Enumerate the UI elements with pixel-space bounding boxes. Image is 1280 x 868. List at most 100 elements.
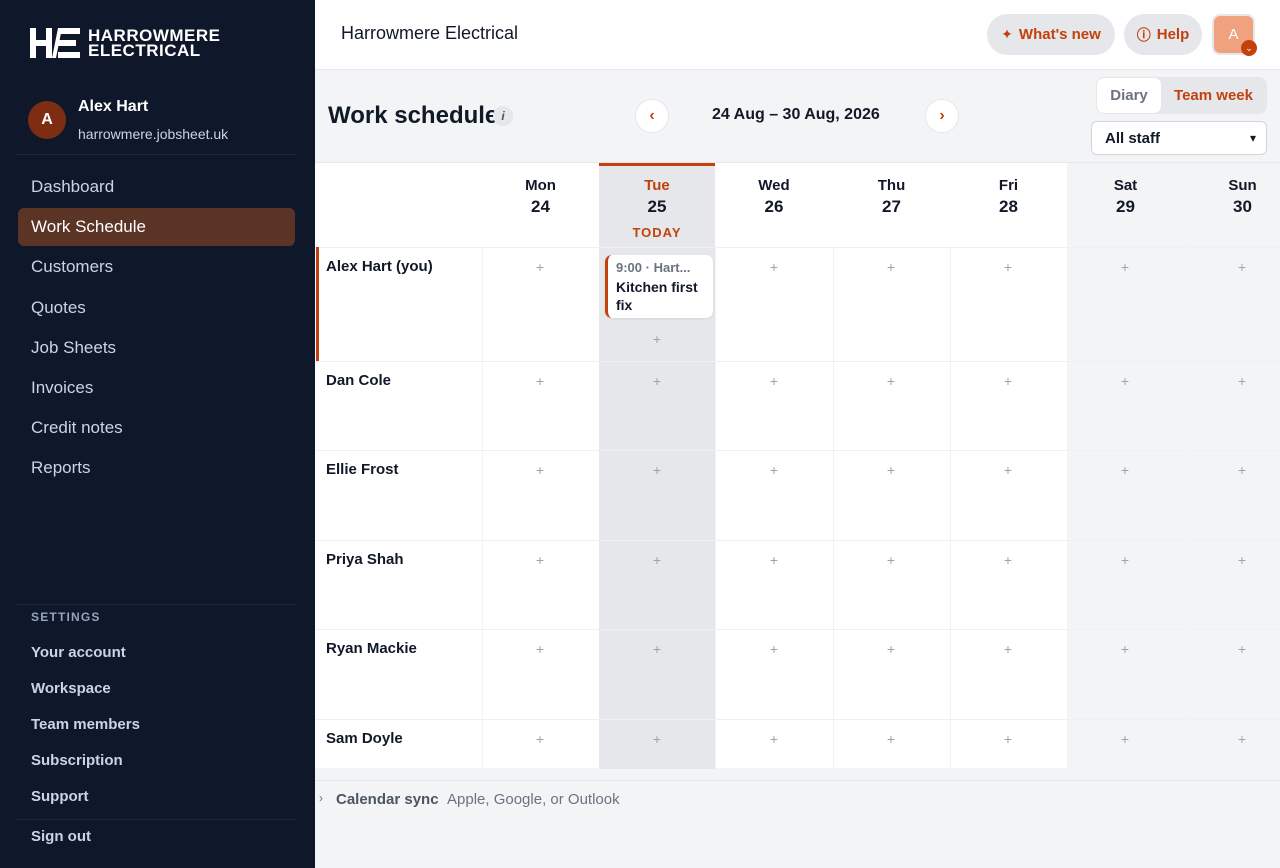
add-slot-button[interactable]: +: [1232, 462, 1252, 478]
staff-filter-value: All staff: [1105, 129, 1161, 147]
add-slot-button[interactable]: +: [1232, 641, 1252, 657]
column-divider: [482, 247, 483, 769]
add-slot-button[interactable]: +: [881, 552, 901, 568]
settings-subscription[interactable]: Subscription: [31, 742, 291, 778]
add-slot-button[interactable]: +: [1232, 552, 1252, 568]
avatar: A: [28, 101, 66, 139]
row-divider: [315, 719, 1280, 720]
add-slot-button[interactable]: +: [1232, 731, 1252, 747]
add-slot-button[interactable]: +: [881, 373, 901, 389]
add-slot-button[interactable]: +: [1232, 259, 1252, 275]
day-header-thu: Thu 27: [877, 177, 906, 216]
add-slot-button[interactable]: +: [1115, 373, 1135, 389]
day-header-mon: Mon 24: [525, 177, 556, 216]
settings-team-members[interactable]: Team members: [31, 706, 291, 742]
divider: [16, 604, 297, 605]
staff-filter-select[interactable]: All staff ▾: [1091, 121, 1267, 155]
nav-item-dashboard[interactable]: Dashboard: [18, 168, 295, 206]
add-slot-button[interactable]: +: [1115, 462, 1135, 478]
add-slot-button[interactable]: +: [881, 731, 901, 747]
top-avatar-initial: A: [1228, 26, 1239, 43]
page-title: Work schedule: [328, 102, 499, 129]
staff-name-row: Ellie Frost: [326, 461, 399, 478]
add-slot-button[interactable]: +: [881, 641, 901, 657]
user-profile[interactable]: A Alex Hart harrowmere.jobsheet.uk: [28, 98, 228, 142]
add-slot-button[interactable]: +: [1115, 259, 1135, 275]
nav-item-job-sheets[interactable]: Job Sheets: [18, 329, 295, 367]
staff-name-row: Ryan Mackie: [326, 640, 417, 657]
schedule-header: Work schedule i ‹ 24 Aug – 30 Aug, 2026 …: [315, 70, 1280, 162]
add-slot-button[interactable]: +: [647, 462, 667, 478]
add-slot-button[interactable]: +: [530, 731, 550, 747]
add-slot-button[interactable]: +: [998, 641, 1018, 657]
add-slot-button[interactable]: +: [764, 462, 784, 478]
nav-item-invoices[interactable]: Invoices: [18, 369, 295, 407]
add-slot-button[interactable]: +: [1115, 731, 1135, 747]
next-week-button[interactable]: ›: [925, 99, 959, 133]
add-slot-button[interactable]: +: [530, 259, 550, 275]
add-slot-button[interactable]: +: [998, 731, 1018, 747]
user-name: Alex Hart: [78, 98, 149, 115]
add-slot-button[interactable]: +: [530, 373, 550, 389]
team-week-grid: Mon 24 Tue 25 TODAY Wed 26 Thu 27 Fri 28…: [315, 162, 1280, 769]
schedule-event[interactable]: 9:00 · Hart... Kitchen first fix: [605, 255, 713, 318]
staff-name-row: Dan Cole: [326, 372, 392, 389]
info-icon[interactable]: i: [493, 106, 513, 126]
add-slot-button[interactable]: +: [764, 373, 784, 389]
row-divider: [315, 247, 1280, 248]
day-header-sat: Sat 29: [1113, 177, 1138, 216]
add-slot-button[interactable]: +: [998, 552, 1018, 568]
help-label: Help: [1156, 26, 1190, 43]
add-slot-button[interactable]: +: [530, 641, 550, 657]
view-team-week-button[interactable]: Team week: [1161, 78, 1266, 113]
add-slot-button[interactable]: +: [764, 731, 784, 747]
add-slot-button[interactable]: +: [1115, 641, 1135, 657]
day-header-tue: Tue 25 TODAY: [599, 163, 715, 247]
add-slot-button[interactable]: +: [764, 641, 784, 657]
add-slot-button[interactable]: +: [764, 259, 784, 275]
previous-week-button[interactable]: ‹: [635, 99, 669, 133]
column-divider: [950, 247, 951, 769]
calendar-sync-title: Calendar sync: [336, 791, 439, 808]
add-slot-button[interactable]: +: [647, 552, 667, 568]
row-divider: [315, 361, 1280, 362]
add-slot-button[interactable]: +: [998, 462, 1018, 478]
add-slot-button[interactable]: +: [647, 331, 667, 347]
add-slot-button[interactable]: +: [530, 552, 550, 568]
staff-name-row: Sam Doyle: [326, 730, 403, 747]
view-toggle: Diary Team week: [1096, 77, 1267, 114]
whats-new-label: What's new: [1018, 26, 1101, 43]
nav-item-quotes[interactable]: Quotes: [18, 289, 295, 327]
sidebar: HARROWMERE ELECTRICAL A Alex Hart harrow…: [0, 0, 315, 868]
column-divider: [1184, 247, 1185, 769]
settings-workspace[interactable]: Workspace: [31, 670, 291, 706]
add-slot-button[interactable]: +: [881, 462, 901, 478]
nav-item-customers[interactable]: Customers: [18, 248, 295, 286]
nav-item-work-schedule[interactable]: Work Schedule: [18, 208, 295, 247]
nav-item-credit-notes[interactable]: Credit notes: [18, 409, 295, 447]
event-time: 9:00 · Hart...: [616, 260, 691, 275]
calendar-sync-row[interactable]: › Calendar sync Apple, Google, or Outloo…: [315, 780, 1280, 818]
add-slot-button[interactable]: +: [998, 259, 1018, 275]
company-name: Harrowmere Electrical: [341, 23, 519, 43]
whats-new-button[interactable]: ✦ What's new: [987, 14, 1115, 55]
nav-item-reports[interactable]: Reports: [18, 449, 295, 487]
brand-logo[interactable]: HARROWMERE ELECTRICAL: [30, 27, 221, 59]
account-menu-button[interactable]: A ⌄: [1212, 14, 1257, 56]
add-slot-button[interactable]: +: [764, 552, 784, 568]
add-slot-button[interactable]: +: [881, 259, 901, 275]
settings-support[interactable]: Support: [31, 778, 291, 814]
help-button[interactable]: ⓘ Help: [1124, 14, 1202, 55]
add-slot-button[interactable]: +: [530, 462, 550, 478]
add-slot-button[interactable]: +: [647, 731, 667, 747]
staff-name-row: Priya Shah: [326, 551, 404, 568]
add-slot-button[interactable]: +: [1232, 373, 1252, 389]
view-diary-button[interactable]: Diary: [1097, 78, 1161, 113]
settings-your-account[interactable]: Your account: [31, 634, 291, 670]
settings-section: SETTINGS Your account Workspace Team mem…: [31, 610, 291, 814]
sign-out-link[interactable]: Sign out: [31, 828, 91, 845]
add-slot-button[interactable]: +: [647, 373, 667, 389]
add-slot-button[interactable]: +: [647, 641, 667, 657]
add-slot-button[interactable]: +: [1115, 552, 1135, 568]
add-slot-button[interactable]: +: [998, 373, 1018, 389]
